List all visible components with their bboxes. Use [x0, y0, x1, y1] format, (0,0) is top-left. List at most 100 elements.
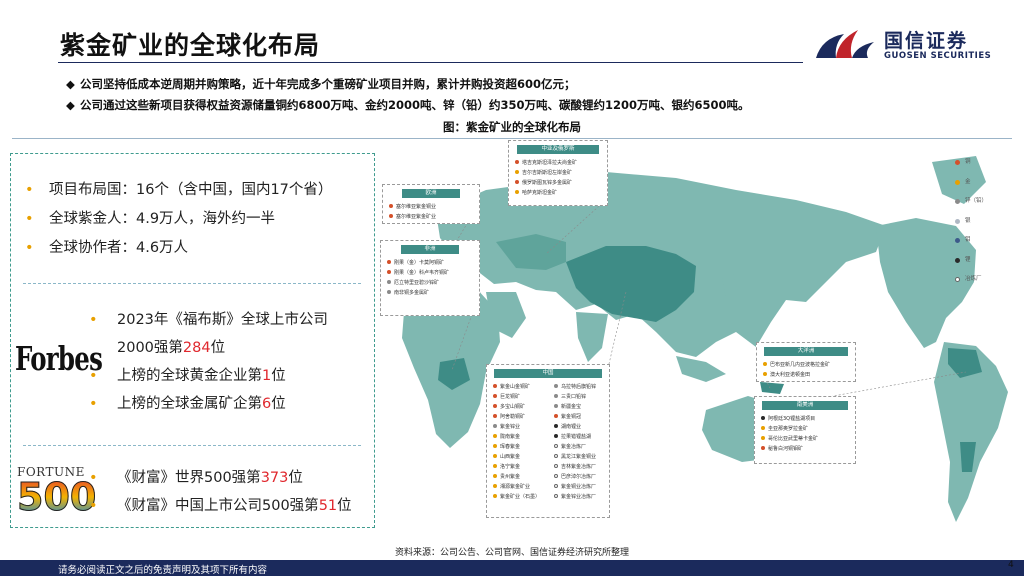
summary-bullets: ◆ 公司坚持低成本逆周期并购策略，近十年完成多个重磅矿业项目并购，累计并购投资超… [66, 74, 750, 116]
stat-text: 项目布局国：16个（含中国，国内17个省） [49, 182, 333, 198]
ranking-text: 2023年《福布斯》全球上市公司 [117, 312, 328, 328]
zinc-dot-icon [955, 199, 960, 205]
mine-item: 刚果（金）科卢韦齐铜矿 [381, 267, 479, 277]
stat-row: • 全球紫金人：4.9万人，海外约一半 [25, 205, 332, 234]
ranking-row: • 上榜的全球金属矿企第6位 [89, 390, 328, 418]
panel-divider [23, 445, 361, 446]
card-title: 大洋洲 [764, 347, 848, 356]
mine-item: 圭亚那奥罗拉金矿 [755, 423, 855, 433]
mine-item: 刚果（金）卡莫阿铜矿 [381, 257, 479, 267]
smelter-item: 巴彦淖尔冶炼厂 [548, 471, 609, 481]
legend-item: 银 [955, 212, 987, 232]
gold-dot-icon [493, 484, 497, 488]
mine-item: 新疆金宝 [548, 401, 609, 411]
summary-bullet: ◆ 公司通过这些新项目获得权益资源储量铜约6800万吨、金约2000吨、锌（铅）… [66, 95, 750, 116]
copper-dot-icon [515, 180, 519, 184]
stat-text: 全球紫金人：4.9万人，海外约一半 [49, 211, 276, 227]
lithium-dot-icon [955, 257, 960, 263]
copper-dot-icon [955, 160, 960, 166]
zinc-dot-icon [387, 280, 391, 284]
png-landmass [760, 382, 784, 394]
mine-item: 珲春紫金 [487, 441, 548, 451]
mine-item: 吉尔吉斯斯坦左岸金矿 [509, 167, 607, 177]
zinc-dot-icon [554, 404, 558, 408]
dot-bullet-icon: • [25, 182, 34, 198]
legend-item: 铜 [955, 153, 987, 173]
source-note: 资料来源：公司公告、公司官网、国信证券经济研究所整理 [394, 548, 629, 558]
stat-row: • 项目布局国：16个（含中国，国内17个省） [25, 176, 332, 205]
mine-item: 塔吉克斯坦泽拉夫尚金矿 [509, 157, 607, 167]
copper-dot-icon [515, 160, 519, 164]
legend-item: 冶炼厂 [955, 270, 987, 290]
legend-item: 锂 [955, 251, 987, 271]
mine-item: 澳大利亚诺顿金田 [757, 369, 855, 379]
dot-bullet-icon: • [89, 368, 98, 384]
gold-dot-icon [763, 372, 767, 376]
mine-item: 三贵口铅锌 [548, 391, 609, 401]
fortune-logo-number: 500 [16, 475, 97, 519]
card-south-america: 南美洲 阿根廷3Q锂盐湖项目 圭亚那奥罗拉金矿 哥伦比亚武里蒂卡金矿 秘鲁白河铜… [754, 396, 856, 464]
figure-divider [12, 138, 1012, 139]
dot-bullet-icon: • [25, 240, 34, 256]
mine-item: 多宝山铜矿 [487, 401, 548, 411]
mine-item: 阿舍勒铜矿 [487, 411, 548, 421]
panel-divider [23, 283, 361, 284]
mine-item: 湖南锂业 [548, 421, 609, 431]
zinc-dot-icon [387, 290, 391, 294]
gold-dot-icon [955, 179, 960, 185]
lithium-dot-icon [554, 434, 558, 438]
smelter-dot-icon [955, 277, 960, 283]
card-title: 非洲 [401, 245, 459, 254]
card-title: 欧洲 [402, 189, 460, 198]
lithium-dot-icon [761, 416, 765, 420]
ranking-text: 上榜的全球黄金企业第1位 [117, 368, 286, 384]
card-africa: 非洲 刚果（金）卡莫阿铜矿 刚果（金）科卢韦齐铜矿 厄立特里亚碧沙锌矿 南非铜多… [380, 240, 480, 316]
molybdenum-dot-icon [955, 238, 960, 244]
stat-text: 全球协作者：4.6万人 [49, 240, 189, 256]
gold-dot-icon [493, 474, 497, 478]
card-title: 南美洲 [762, 401, 848, 410]
mine-item: 巨龙铜矿 [487, 391, 548, 401]
card-oceania: 大洋洲 巴布亚新几内亚波格拉金矿 澳大利亚诺顿金田 [756, 342, 856, 382]
logo-english-text: GUOSEN SECURITIES [884, 51, 992, 61]
copper-dot-icon [554, 414, 558, 418]
copper-dot-icon [493, 384, 497, 388]
card-europe: 欧洲 塞尔维亚紫金铜业 塞尔维亚紫金矿业 [382, 184, 480, 224]
mine-item: 湘源紫金矿业 [487, 481, 548, 491]
smelter-dot-icon [554, 454, 558, 458]
mine-item: 洛宁紫金 [487, 461, 548, 471]
mine-item: 阿根廷3Q锂盐湖项目 [755, 413, 855, 423]
mine-item: 南非铜多金属矿 [381, 287, 479, 297]
legend-item: 锌（铅） [955, 192, 987, 212]
page-number: 4 [1008, 560, 1014, 570]
page-title: 紫金矿业的全球化布局 [60, 31, 321, 60]
copper-dot-icon [389, 214, 393, 218]
company-stats: • 项目布局国：16个（含中国，国内17个省） • 全球紫金人：4.9万人，海外约一… [25, 176, 332, 263]
gold-dot-icon [493, 444, 497, 448]
zinc-dot-icon [554, 384, 558, 388]
smelter-dot-icon [554, 474, 558, 478]
dot-bullet-icon: • [89, 470, 98, 486]
summary-bullet: ◆ 公司坚持低成本逆周期并购策略，近十年完成多个重磅矿业项目并购，累计并购投资超… [66, 74, 750, 95]
smelter-item: 紫金铜业冶炼厂 [548, 481, 609, 491]
legend-item: 钼 [955, 231, 987, 251]
mine-item: 紫金铜冠 [548, 411, 609, 421]
ranking-number: 6 [262, 396, 272, 412]
guosen-logo-mark-icon [816, 30, 874, 58]
fortune-500-logo: FORTUNE 500 [16, 466, 96, 521]
diamond-bullet-icon: ◆ [66, 77, 75, 91]
china-col-right: 乌拉特后旗铅锌 三贵口铅锌 新疆金宝 紫金铜冠 湖南锂业 拉果错锂盐湖 紫金冶炼… [548, 381, 609, 501]
world-map: 中亚及俄罗斯 塔吉克斯坦泽拉夫尚金矿 吉尔吉斯斯坦左岸金矿 俄罗斯图瓦锌多金属矿… [376, 140, 1016, 544]
diamond-bullet-icon: ◆ [66, 98, 75, 112]
gold-dot-icon [515, 170, 519, 174]
mine-item: 贵州紫金 [487, 471, 548, 481]
smelter-dot-icon [554, 494, 558, 498]
mine-item: 巴布亚新几内亚波格拉金矿 [757, 359, 855, 369]
ranking-text: 上榜的全球金属矿企第6位 [117, 396, 286, 412]
summary-bullet-text: 公司坚持低成本逆周期并购策略，近十年完成多个重磅矿业项目并购，累计并购投资超60… [80, 77, 576, 91]
ranking-text: 《财富》世界500强第373位 [117, 470, 303, 486]
ranking-number: 373 [260, 470, 289, 486]
dot-bullet-icon: • [25, 211, 34, 227]
dot-bullet-icon: • [89, 312, 98, 328]
legend-item: 金 [955, 173, 987, 193]
